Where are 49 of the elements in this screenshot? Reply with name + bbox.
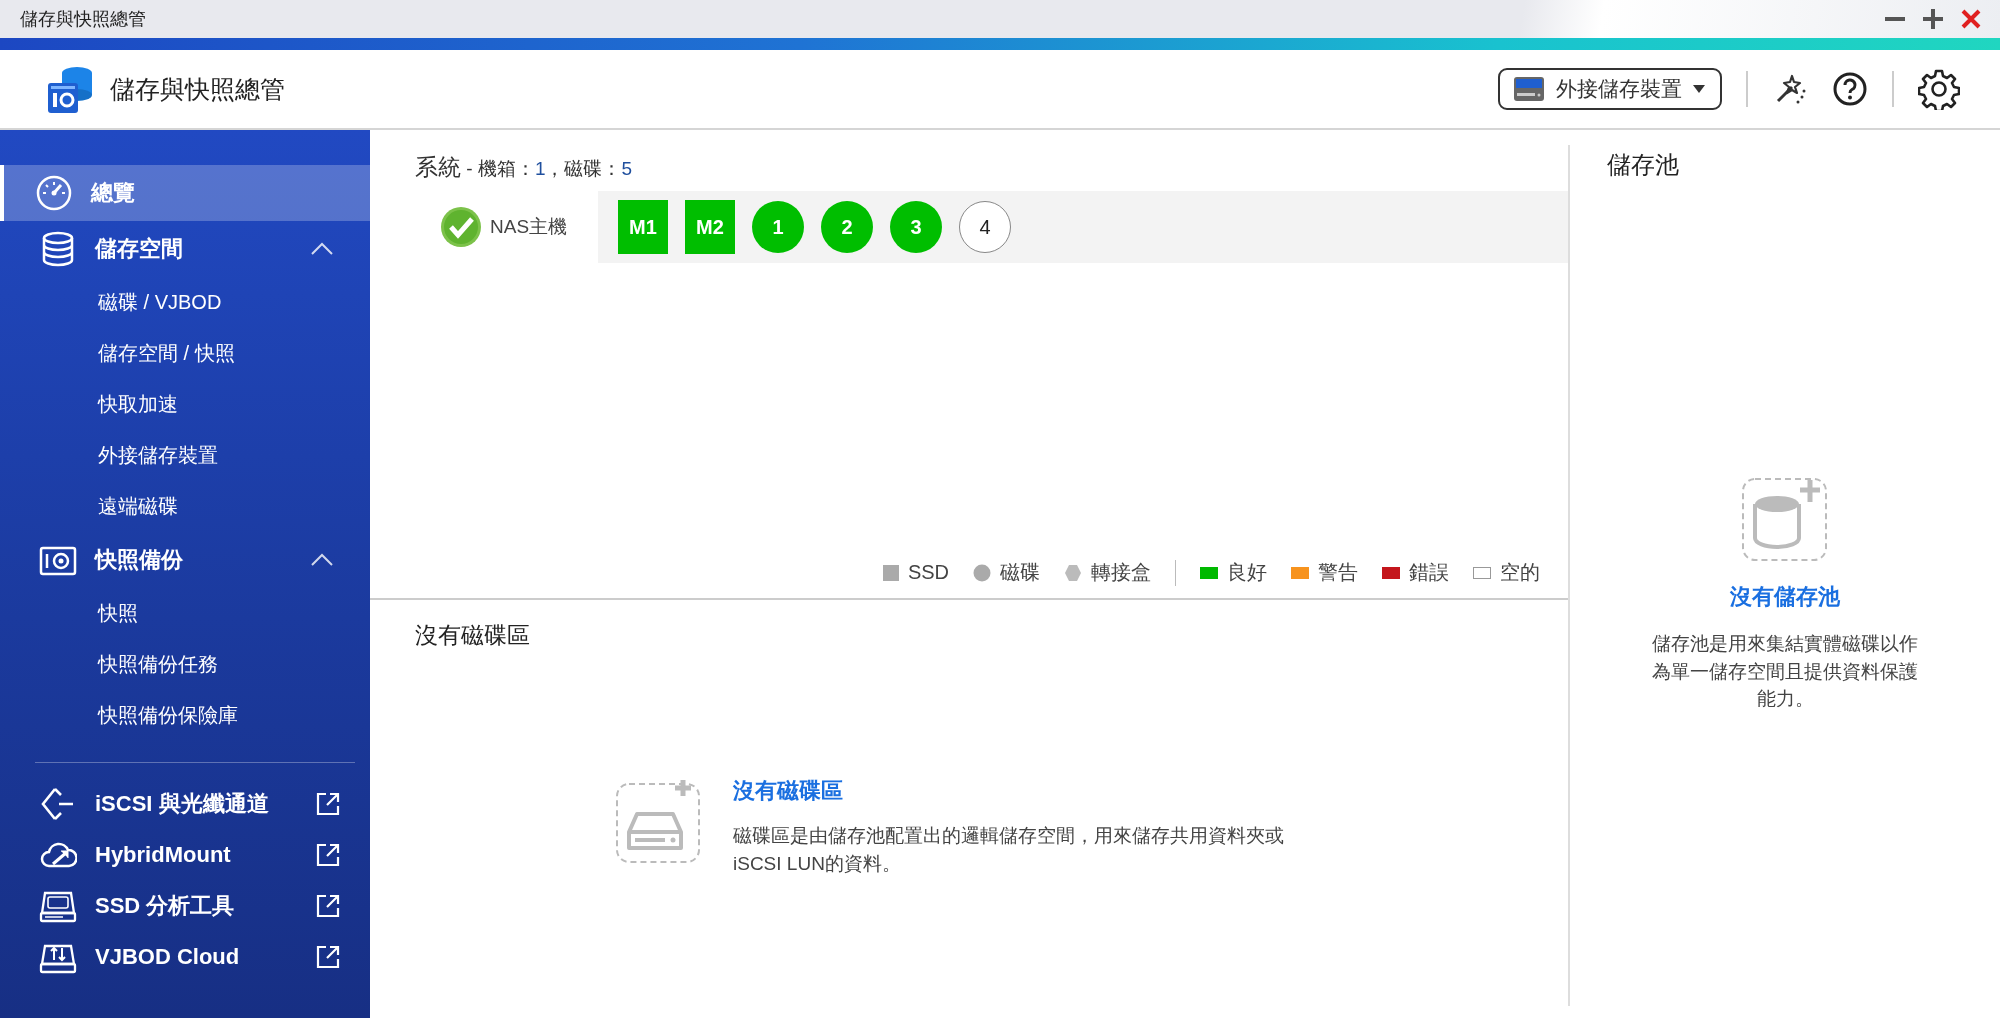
hexagon-icon <box>1064 563 1082 582</box>
help-icon[interactable] <box>1832 71 1868 107</box>
raid-drive-icon <box>1512 75 1546 103</box>
disk-slot[interactable]: 4 <box>959 201 1011 253</box>
empty-state-title[interactable]: 沒有磁碟區 <box>733 776 843 806</box>
legend-label: 良好 <box>1227 560 1267 585</box>
external-link-icon <box>316 944 340 969</box>
host-label: NAS主機 <box>490 215 568 239</box>
empty-state-description: 儲存池是用來集結實體磁碟以作為單一儲存空間且提供資料保護能力。 <box>1651 632 1919 712</box>
section-title: 儲存池 <box>1607 150 1679 180</box>
sidebar-link[interactable]: VJBOD Cloud <box>0 931 370 982</box>
external-link-icon <box>316 893 340 918</box>
legend-label: 轉接盒 <box>1091 560 1151 585</box>
sidebar-subitem[interactable]: 快取加速 <box>0 379 370 430</box>
sidebar-subitem[interactable]: 遠端磁碟 <box>0 481 370 532</box>
legend-label: 磁碟 <box>1000 560 1040 585</box>
close-icon[interactable] <box>1960 8 1982 30</box>
window-title: 儲存與快照總管 <box>20 8 146 31</box>
sidebar-subitem[interactable]: 外接儲存裝置 <box>0 430 370 481</box>
external-link-icon <box>316 842 340 867</box>
sidebar-subitem[interactable]: 儲存空間 / 快照 <box>0 328 370 379</box>
device-dropdown[interactable]: 外接儲存裝置 <box>1498 68 1722 110</box>
sidebar-link[interactable]: SSD 分析工具 <box>0 880 370 931</box>
square-icon <box>882 564 899 581</box>
sidebar-link[interactable]: HybridMount <box>0 829 370 880</box>
sidebar-link[interactable]: iSCSI 與光纖通道 <box>0 778 370 829</box>
empty-state-description: 磁碟區是由儲存池配置出的邏輯儲存空間，用來儲存共用資料夾或 iSCSI LUN的資料。 <box>733 824 1285 876</box>
legend-label: 錯誤 <box>1409 560 1449 585</box>
circle-icon <box>973 563 991 582</box>
add-storage-pool-icon <box>1742 476 1828 562</box>
legend-label: SSD <box>907 561 949 584</box>
empty-state-title[interactable]: 沒有儲存池 <box>1730 582 1840 612</box>
settings-icon[interactable] <box>1918 68 1960 110</box>
maximize-icon[interactable] <box>1922 8 1944 30</box>
sidebar-subitem[interactable]: 快照備份任務 <box>0 639 370 690</box>
gauge-icon <box>35 174 73 212</box>
sidebar-subitem[interactable]: 快照備份保險庫 <box>0 690 370 741</box>
legend-label: 空的 <box>1500 560 1540 585</box>
sidebar-subitem[interactable]: 磁碟 / VJBOD <box>0 277 370 328</box>
sidebar-item[interactable]: 總覽 <box>0 165 370 221</box>
app-title: 儲存與快照總管 <box>110 73 285 105</box>
caret-icon <box>1692 84 1706 94</box>
sidebar-item[interactable]: 快照備份 <box>0 532 370 588</box>
sidebar-item[interactable]: 儲存空間 <box>0 221 370 277</box>
external-link-icon <box>316 791 340 816</box>
system-summary: 系統 - 機箱：1，磁碟：5 <box>415 153 633 182</box>
sidebar-subitem[interactable]: 快照 <box>0 588 370 639</box>
section-title: 沒有磁碟區 <box>415 621 531 650</box>
legend-label: 警告 <box>1318 560 1358 585</box>
